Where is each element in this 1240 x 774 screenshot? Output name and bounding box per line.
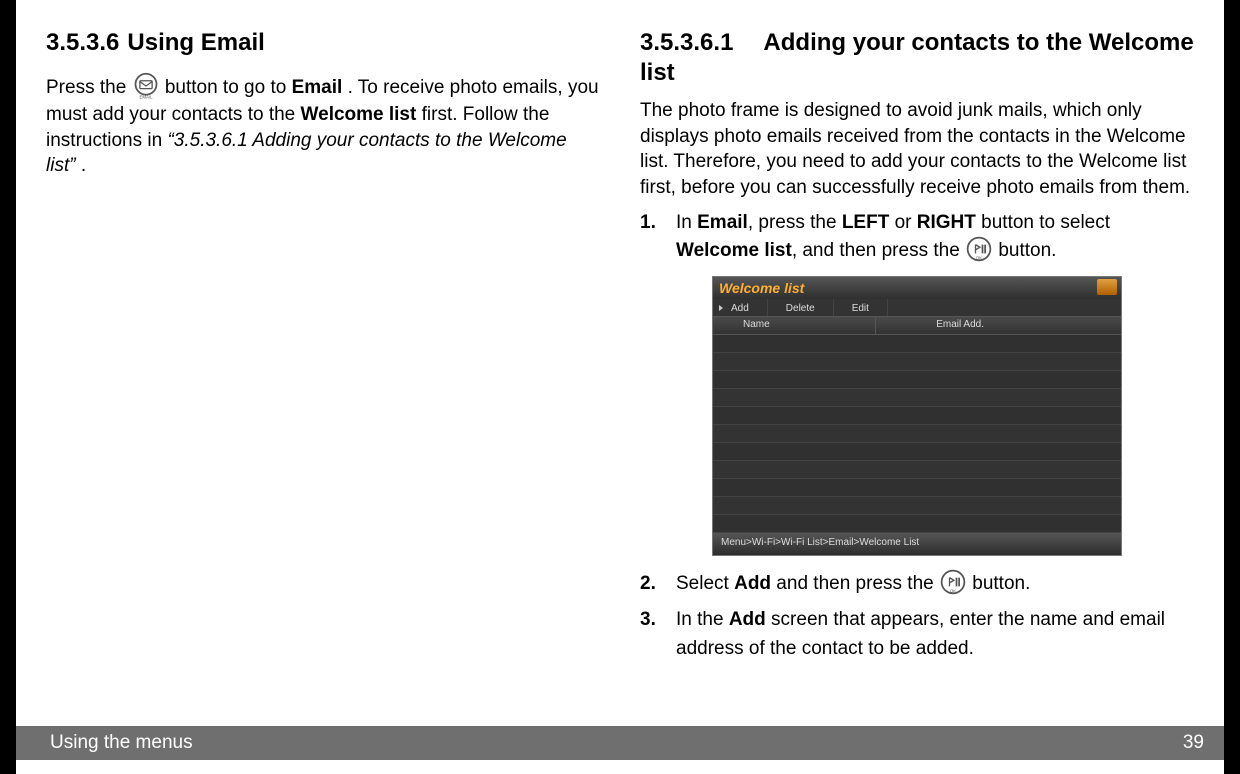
screenshot-corner-icon [1097,279,1117,295]
welcome-list-screenshot: Welcome list Add Delete Edit Name Email … [712,276,1122,556]
svg-text:EMAIL: EMAIL [139,94,153,99]
screenshot-breadcrumb: Menu>Wi-Fi>Wi-Fi List>Email>Welcome List [713,533,1121,555]
right-column: 3.5.3.6.1Adding your contacts to the Wel… [640,28,1194,716]
heading-text: Using Email [127,29,264,56]
step-2: 2. Select Add and then press the OK butt… [640,570,1194,599]
ok-button-icon: OK [965,235,993,263]
steps-list-continued: 2. Select Add and then press the OK butt… [640,570,1194,664]
screenshot-col-email: Email Add. [876,317,1121,334]
heading-using-email: 3.5.3.6 Using Email [46,28,600,58]
heading-number: 3.5.3.6 [46,29,119,56]
screenshot-tab-edit: Edit [834,299,888,316]
left-column: 3.5.3.6 Using Email Press the EMAIL butto… [46,28,600,716]
screenshot-tab-add: Add [713,299,768,316]
intro-paragraph: Press the EMAIL button to go to Email . … [46,74,600,179]
screenshot-tab-delete: Delete [768,299,834,316]
screenshot-title: Welcome list [719,280,804,296]
screenshot-empty-rows [713,335,1121,533]
heading-adding-contacts: 3.5.3.6.1Adding your contacts to the Wel… [640,28,1194,88]
subheading-number: 3.5.3.6.1 [640,28,733,58]
screenshot-col-name: Name [713,317,876,334]
page-footer: Using the menus 39 [16,726,1224,760]
svg-text:OK: OK [950,588,956,593]
steps-list: 1. In Email, press the LEFT or RIGHT but… [640,209,1194,266]
footer-page-number: 39 [1183,732,1204,754]
email-button-icon: EMAIL [132,72,160,100]
step-3: 3. In the Add screen that appears, enter… [640,606,1194,663]
svg-text:OK: OK [976,256,982,261]
footer-section: Using the menus [50,732,193,754]
ok-button-icon: OK [939,568,967,596]
step-1: 1. In Email, press the LEFT or RIGHT but… [640,209,1194,266]
subsection-intro: The photo frame is designed to avoid jun… [640,98,1194,201]
